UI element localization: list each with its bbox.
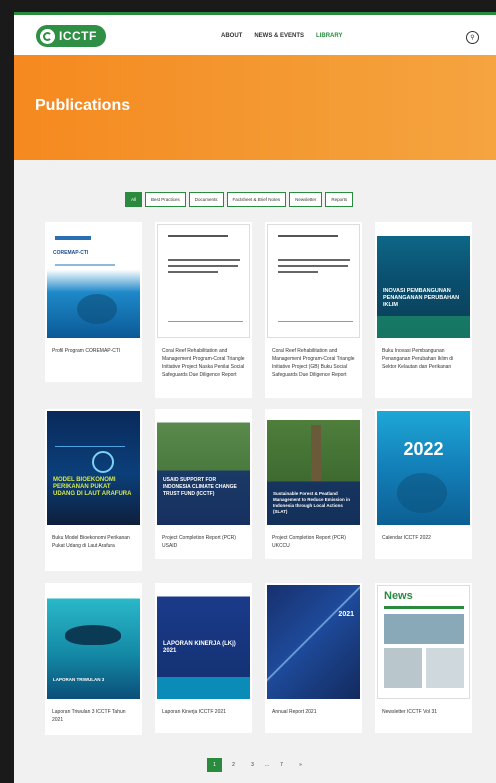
publication-card[interactable]: News Newsletter ICCTF Vol 31 — [375, 583, 472, 733]
cover-title: Sustainable Forest & Peatland Management… — [273, 491, 351, 514]
pagination: 1 2 3 ... 7 » — [207, 758, 308, 772]
publication-card[interactable]: MODEL BIOEKONOMI PERIKANAN PUKAT UDANG D… — [45, 409, 142, 571]
publication-card[interactable]: Coral Reef Rehabilitation and Management… — [155, 222, 252, 398]
logo-text: ICCTF — [59, 29, 97, 43]
hero-banner: Publications — [14, 55, 496, 160]
publication-cover — [157, 224, 250, 338]
publication-title[interactable]: Coral Reef Rehabilitation and Management… — [272, 347, 358, 379]
top-navigation: ICCTF ABOUT NEWS & EVENTS LIBRARY ⚲ — [14, 15, 496, 55]
nav-link-library[interactable]: LIBRARY — [316, 33, 342, 39]
publication-cover: 2021 — [267, 585, 360, 699]
publication-title[interactable]: Project Completion Report (PCR) UKCCU — [272, 534, 358, 550]
publication-title[interactable]: Calendar ICCTF 2022 — [382, 534, 468, 542]
publication-card[interactable]: Sustainable Forest & Peatland Management… — [265, 409, 362, 559]
publication-title[interactable]: Annual Report 2021 — [272, 708, 358, 716]
publication-card[interactable]: LAPORAN KINERJA (LKj) 2021 Laporan Kiner… — [155, 583, 252, 733]
nav-links: ABOUT NEWS & EVENTS LIBRARY — [221, 33, 342, 39]
publication-cover: 2022 — [377, 411, 470, 525]
publication-cover: USAID SUPPORT FOR INDONESIA CLIMATE CHAN… — [157, 411, 250, 525]
publication-card[interactable]: 2022 Calendar ICCTF 2022 — [375, 409, 472, 559]
publication-cover: LAPORAN KINERJA (LKj) 2021 — [157, 585, 250, 699]
filter-tab-reports[interactable]: Reports — [325, 192, 354, 207]
nav-link-about[interactable]: ABOUT — [221, 33, 242, 39]
page-title: Publications — [35, 97, 131, 114]
publication-card[interactable]: 2021 Annual Report 2021 — [265, 583, 362, 733]
filter-tab-all[interactable]: All — [125, 192, 143, 207]
page-1[interactable]: 1 — [207, 758, 222, 772]
publication-title[interactable]: Laporan Triwulan 3 ICCTF Tahun 2021 — [52, 708, 138, 724]
publication-title[interactable]: Project Completion Report (PCR) USAID — [162, 534, 248, 550]
page-3[interactable]: 3 — [245, 758, 260, 772]
cover-title: 2022 — [403, 439, 444, 459]
filter-tab-best-practices[interactable]: Best Practices — [145, 192, 186, 207]
publication-title[interactable]: Buku Model Bioekonomi Perikanan Pukat Ud… — [52, 534, 138, 550]
page-ellipsis: ... — [264, 762, 270, 768]
cover-title: 2021 — [338, 611, 354, 618]
publication-title[interactable]: Laporan Kinerja ICCTF 2021 — [162, 708, 248, 716]
publication-cover: News — [377, 585, 470, 699]
logo-mark-icon — [40, 28, 55, 44]
publication-card[interactable]: Coral Reef Rehabilitation and Management… — [265, 222, 362, 398]
next-page-button[interactable]: » — [293, 758, 308, 772]
filter-tab-factsheet[interactable]: Factsheet & Brief Notes — [226, 192, 287, 207]
cover-title: INOVASI PEMBANGUNAN PENANGANAN PERUBAHAN… — [383, 288, 460, 308]
page-2[interactable]: 2 — [226, 758, 241, 772]
filter-tab-newsletter[interactable]: Newsletter — [289, 192, 323, 207]
cover-title: USAID SUPPORT FOR INDONESIA CLIMATE CHAN… — [163, 477, 237, 497]
publication-cover — [267, 224, 360, 338]
cover-title: LAPORAN KINERJA (LKj) 2021 — [163, 641, 236, 654]
publication-title[interactable]: Profil Program COREMAP-CTI — [52, 347, 138, 355]
cover-title: News — [384, 590, 413, 602]
cover-title: LAPORAN TRIWULAN 3 — [53, 677, 105, 682]
publication-cover: LAPORAN TRIWULAN 3 — [47, 585, 140, 699]
publication-cover: Sustainable Forest & Peatland Management… — [267, 411, 360, 525]
nav-link-news-events[interactable]: NEWS & EVENTS — [254, 33, 304, 39]
page-frame: ICCTF ABOUT NEWS & EVENTS LIBRARY ⚲ Publ… — [14, 12, 496, 783]
publication-cover: COREMAP-CTI — [47, 224, 140, 338]
publication-cover: MODEL BIOEKONOMI PERIKANAN PUKAT UDANG D… — [47, 411, 140, 525]
filter-tab-documents[interactable]: Documents — [188, 192, 224, 207]
publication-title[interactable]: Buku Inovasi Pembangunan Penanganan Peru… — [382, 347, 468, 371]
publication-card[interactable]: LAPORAN TRIWULAN 3 Laporan Triwulan 3 IC… — [45, 583, 142, 735]
publication-title[interactable]: Coral Reef Rehabilitation and Management… — [162, 347, 248, 379]
cover-title: COREMAP-CTI — [53, 250, 89, 256]
search-icon[interactable]: ⚲ — [466, 31, 479, 44]
filter-tabs: All Best Practices Documents Factsheet &… — [125, 192, 354, 207]
icctf-logo[interactable]: ICCTF — [36, 25, 106, 47]
cover-title: MODEL BIOEKONOMI PERIKANAN PUKAT UDANG D… — [53, 477, 132, 497]
publication-card[interactable]: INOVASI PEMBANGUNAN PENANGANAN PERUBAHAN… — [375, 222, 472, 398]
publication-card[interactable]: USAID SUPPORT FOR INDONESIA CLIMATE CHAN… — [155, 409, 252, 559]
publication-cover: INOVASI PEMBANGUNAN PENANGANAN PERUBAHAN… — [377, 224, 470, 338]
page-7[interactable]: 7 — [274, 758, 289, 772]
publication-title[interactable]: Newsletter ICCTF Vol 31 — [382, 708, 468, 716]
publication-card[interactable]: COREMAP-CTI Profil Program COREMAP-CTI — [45, 222, 142, 382]
